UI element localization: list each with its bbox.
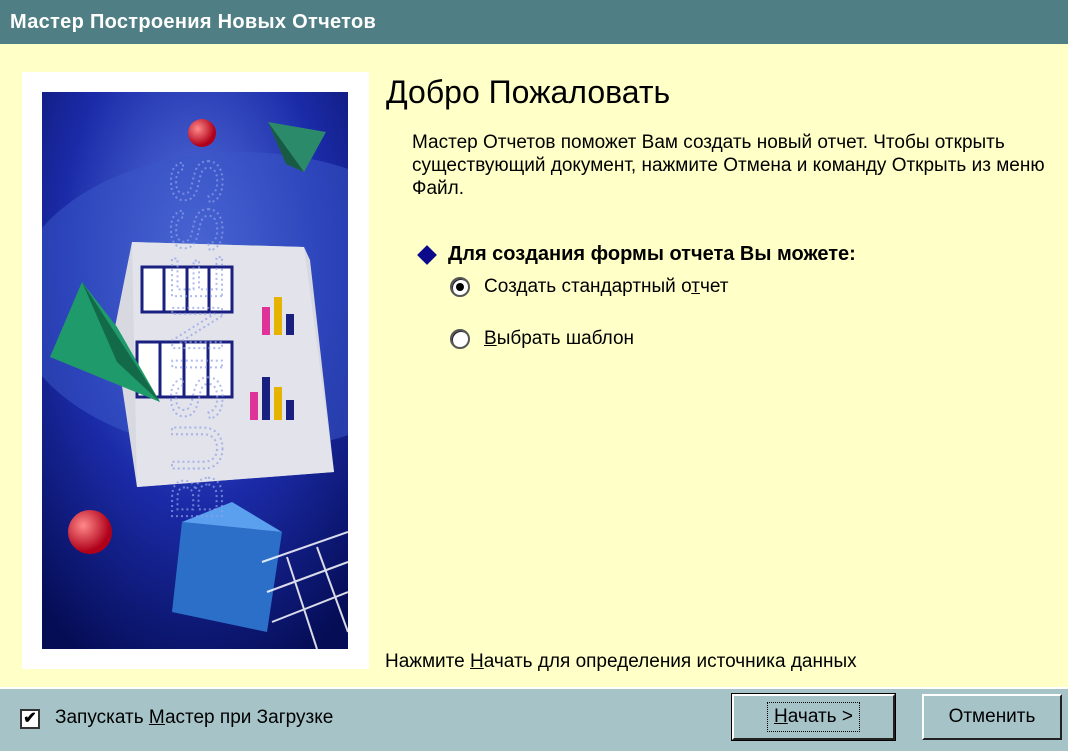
choice-title: Для создания формы отчета Вы можете: <box>448 243 856 265</box>
checkbox-label-part2: астер при Загрузке <box>164 707 334 728</box>
checkbox-label-part1: Запускать <box>55 707 149 728</box>
option-template-label-mnemonic: В <box>484 328 497 349</box>
radio-unselected-icon[interactable] <box>450 329 470 349</box>
option-choose-template[interactable]: Выбрать шаблон <box>450 328 634 350</box>
welcome-heading: Добро Пожаловать <box>386 74 671 110</box>
diamond-bullet-icon <box>417 244 437 265</box>
intro-text: Мастер Отчетов поможет Вам создать новый… <box>412 132 1045 199</box>
business-reports-illustration: BUSINESS <box>42 92 348 649</box>
option-standard-label-part1: Создать стандартный о <box>484 276 692 297</box>
run-at-startup-checkbox[interactable]: ✔ <box>20 709 40 729</box>
run-at-startup-label[interactable]: Запускать Мастер при Загрузке <box>55 707 333 729</box>
start-button-text: ачать > <box>787 706 853 727</box>
checkbox-label-mnemonic: М <box>148 707 165 728</box>
illustration-graphic: BUSINESS <box>42 92 348 649</box>
radio-selected-icon[interactable] <box>450 277 470 297</box>
cancel-button-label: Отменить <box>948 706 1036 727</box>
option-template-label: Выбрать шаблон <box>484 328 634 350</box>
title-bar[interactable]: Мастер Построения Новых Отчетов <box>0 0 1068 44</box>
option-template-label-part: ыбрать шаблон <box>496 328 635 349</box>
cancel-button[interactable]: Отменить <box>922 694 1062 740</box>
window-title: Мастер Построения Новых Отчетов <box>10 11 377 33</box>
start-button-mnemonic: Н <box>774 706 788 727</box>
illustration-panel: BUSINESS <box>22 72 369 669</box>
footer-hint: Нажмите Начать для определения источника… <box>385 651 857 673</box>
footer-hint-part2: ачать для определения источника данных <box>483 651 857 672</box>
start-button[interactable]: Начать > <box>731 693 896 741</box>
option-standard-label: Создать стандартный отчет <box>484 276 728 298</box>
option-standard-report[interactable]: Создать стандартный отчет <box>450 276 728 298</box>
footer-hint-part1: Нажмите <box>385 651 471 672</box>
option-standard-label-part2: чет <box>699 276 729 297</box>
choice-section: Для создания формы отчета Вы можете: <box>417 243 856 266</box>
wizard-window: Мастер Построения Новых Отчетов BUSINESS… <box>0 0 1068 751</box>
option-standard-label-mnemonic: т <box>691 276 700 297</box>
footer-hint-mnemonic: Н <box>470 651 484 672</box>
svg-text:BUSINESS: BUSINESS <box>158 158 238 522</box>
start-button-label: Начать > <box>767 702 860 732</box>
